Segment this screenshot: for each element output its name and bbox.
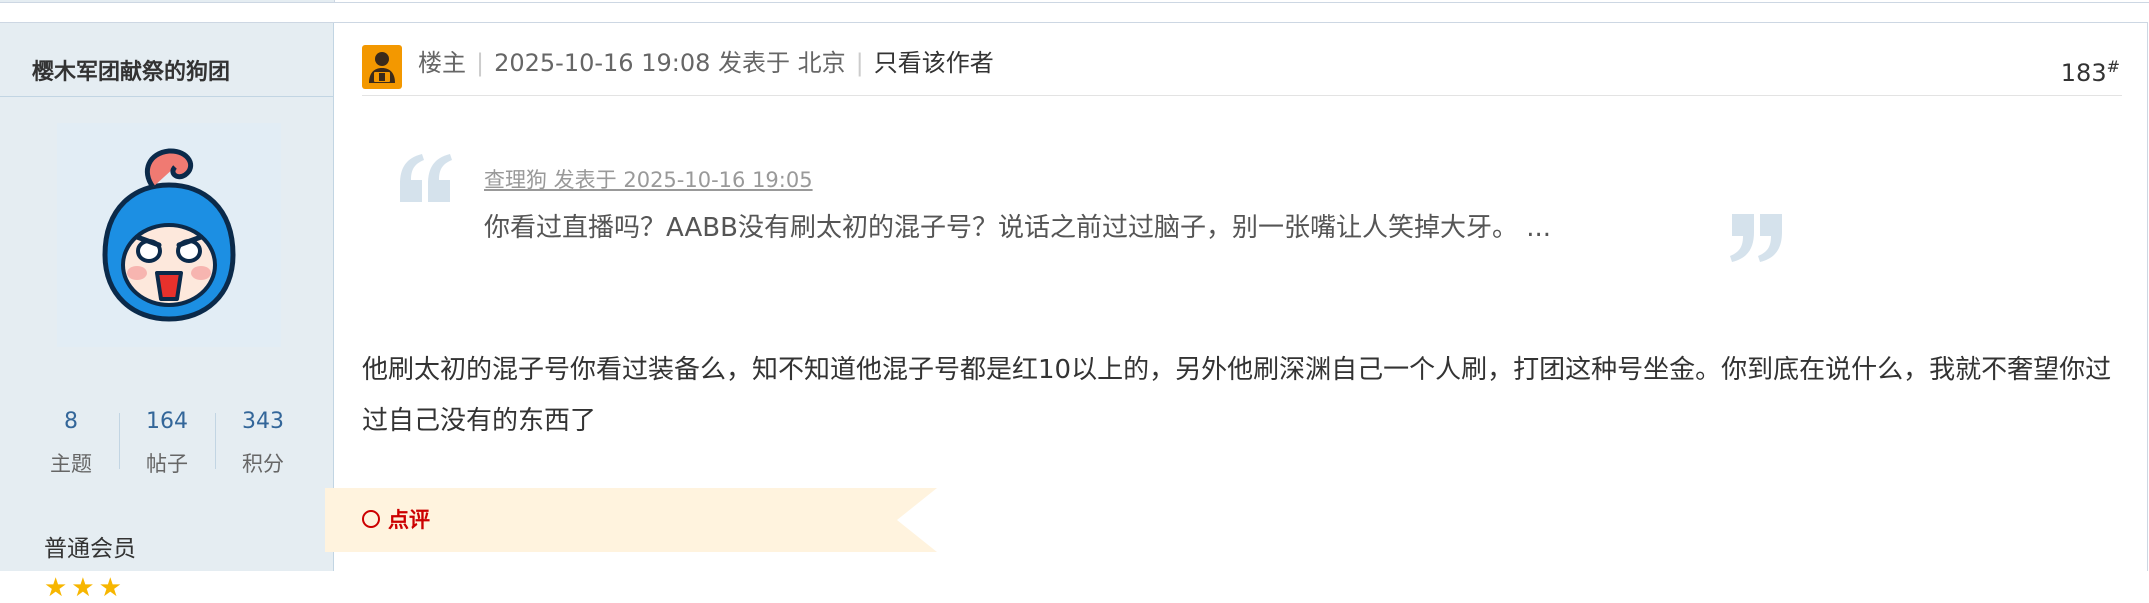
thread-owner-icon [362, 45, 402, 89]
stat-posts-label: 帖子 [146, 452, 188, 476]
avatar-image [57, 123, 281, 347]
comment-button[interactable]: 点评 [362, 504, 430, 536]
stat-threads[interactable]: 8 主题 [23, 393, 119, 493]
stat-posts-value[interactable]: 164 [119, 407, 215, 437]
user-stats: 8 主题 164 帖子 343 积分 [23, 393, 311, 493]
user-sidebar: 樱木军团献祭的狗团 8 主题 164 帖子 343 积分 普通会员 ★★★ [0, 23, 334, 601]
stat-threads-label: 主题 [50, 452, 92, 476]
quote-open-icon [398, 150, 454, 210]
stat-credits-value[interactable]: 343 [215, 407, 311, 437]
quote-close-icon [1728, 206, 1784, 266]
stat-credits-label: 积分 [242, 452, 284, 476]
previous-post-sidebar-edge [0, 0, 335, 2]
meta-separator: | [855, 49, 864, 77]
view-author-only-link[interactable]: 只看该作者 [874, 49, 994, 77]
comment-icon [362, 510, 380, 528]
meta-separator: | [476, 49, 485, 77]
quote-source-link[interactable]: 查理狗 发表于 2025-10-16 19:05 [484, 165, 813, 195]
avatar[interactable] [57, 123, 281, 347]
username-link[interactable]: 樱木军团献祭的狗团 [32, 53, 230, 93]
post-meta-line: 楼主 | 2025-10-16 19:08 发表于 北京 | 只看该作者 [418, 41, 994, 85]
post-content: 他刷太初的混子号你看过装备么，知不知道他混子号都是红10以上的，另外他刷深渊自己… [362, 355, 2112, 436]
comment-label: 点评 [388, 508, 430, 532]
floor-suffix: # [2106, 57, 2120, 76]
floor-number-link[interactable]: 183# [2061, 45, 2120, 89]
user-rank-stars: ★★★ [44, 573, 126, 603]
floor-number: 183 [2060, 59, 2107, 87]
stat-threads-value[interactable]: 8 [23, 407, 119, 437]
sidebar-divider [0, 96, 334, 97]
user-group-link[interactable]: 普通会员 [44, 531, 136, 567]
thread-owner-label: 楼主 [418, 49, 466, 77]
stat-posts[interactable]: 164 帖子 [119, 393, 215, 493]
stat-credits[interactable]: 343 积分 [215, 393, 311, 493]
post-time: 2025-10-16 19:08 发表于 北京 [494, 49, 846, 77]
post-header: 楼主 | 2025-10-16 19:08 发表于 北京 | 只看该作者 183# [362, 23, 2122, 96]
quote-text: 你看过直播吗？AABB没有刷太初的混子号？说话之前过过脑子，别一张嘴让人笑掉大牙… [484, 213, 1552, 243]
